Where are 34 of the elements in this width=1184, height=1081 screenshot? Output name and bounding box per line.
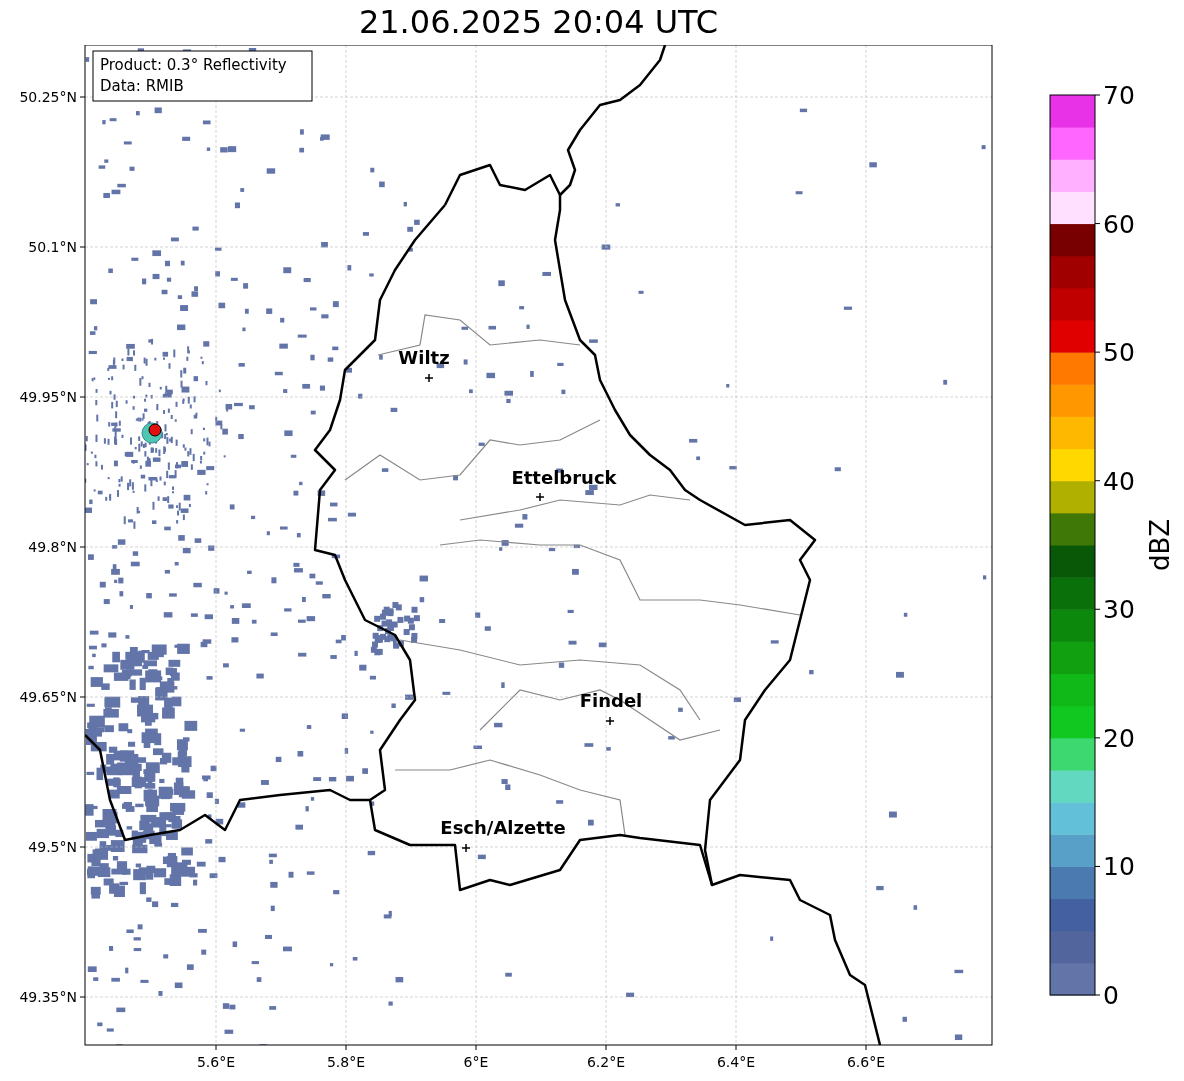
longitude-label: 6.6°E [846,1054,886,1070]
latitude-label: 49.95°N [19,389,77,405]
latitude-label: 50.25°N [19,89,77,105]
colorbar-tick-label: 0 [1103,981,1119,1010]
city-label: Esch/Alzette [440,817,566,838]
longitude-label: 6.2°E [586,1054,626,1070]
latitude-label: 49.5°N [28,839,77,855]
city-marker-icon [461,843,471,853]
city-marker-icon [605,716,615,726]
longitude-label: 5.6°E [196,1054,236,1070]
info-text: Data: RMIB [100,77,184,95]
city-label: Wiltz [398,347,450,368]
latitude-label: 49.8°N [28,539,77,555]
colorbar-tick-label: 40 [1103,466,1135,496]
city-label: Ettelbruck [511,467,617,488]
colorbar-tick-label: 60 [1103,209,1135,239]
latitude-label: 49.35°N [19,989,77,1005]
info-text: Product: 0.3° Reflectivity [100,56,287,74]
longitude-label: 6.4°E [716,1054,756,1070]
city-label: Findel [579,690,643,711]
longitude-label: 5.8°E [326,1054,366,1070]
colorbar-tick-label: 10 [1103,852,1135,882]
chart-title: 21.06.2025 20:04 UTC [357,2,720,43]
city-marker-icon [535,492,545,502]
radar-site-icon [141,422,163,444]
colorbar-tick-label: 30 [1103,595,1135,625]
city-marker-icon [424,373,434,383]
colorbar-tick-label: 50 [1103,338,1135,368]
longitude-label: 6°E [463,1054,489,1070]
colorbar-label: dBZ [1145,518,1175,572]
latitude-label: 49.65°N [19,689,77,705]
latitude-label: 50.1°N [28,239,77,255]
colorbar-tick-label: 20 [1103,723,1135,753]
colorbar-tick-label: 70 [1103,81,1135,110]
